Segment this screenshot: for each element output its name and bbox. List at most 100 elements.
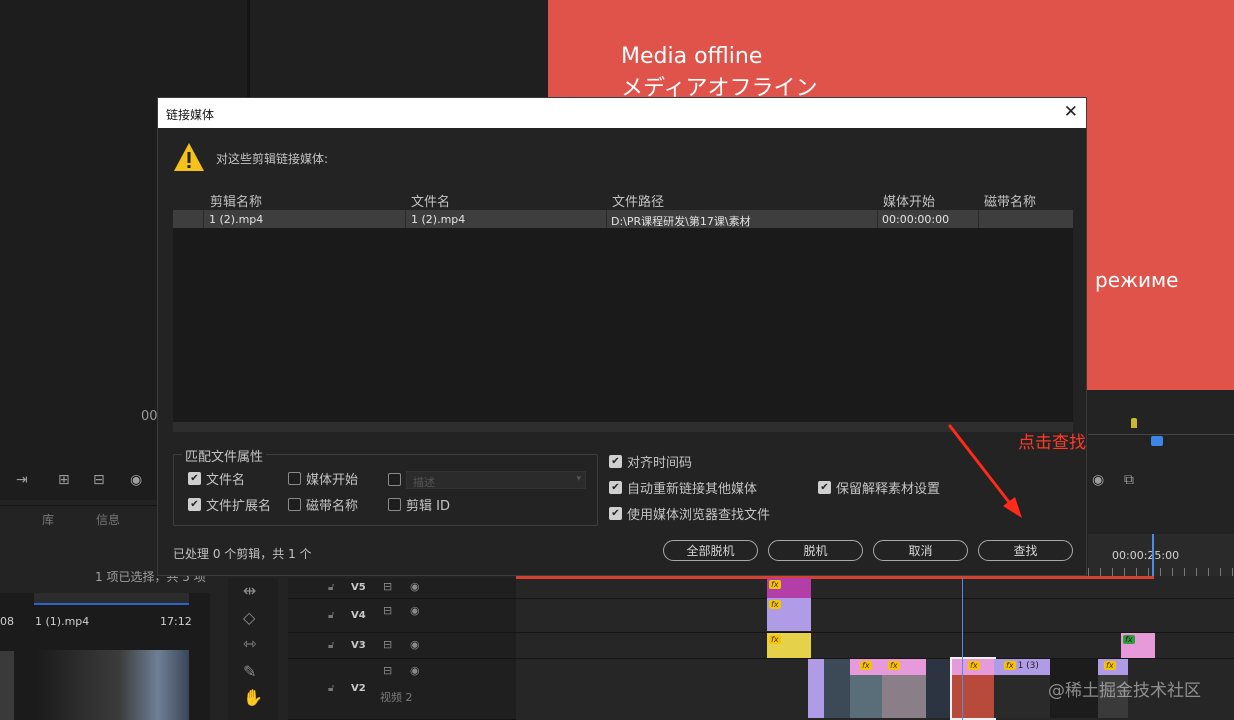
table-row[interactable]: 1 (2).mp4 1 (2).mp4 D:\PR课程研发\第17课\素材 00… [173,210,1073,228]
tab-library[interactable]: 库 [42,511,54,528]
timeline-timecode[interactable]: 00:00:25:00 [1112,549,1179,562]
media-offline-text: Media offline [621,44,763,69]
fx-badge: fx [888,661,900,670]
timeline-playhead[interactable] [962,578,963,720]
cell-separator [606,210,607,228]
checkbox-label: 文件名 [206,473,246,488]
timeline-clip[interactable]: fx 1 (3) [994,659,1050,718]
preserve-interpret-checkbox[interactable]: ✔ 保留解释素材设置 [818,478,940,497]
insert-icon[interactable]: ⇥ [16,472,28,488]
checkbox-label: 剪辑 ID [406,499,450,514]
in-point-marker[interactable] [1131,418,1137,428]
table-scrollbar[interactable] [173,422,1073,432]
camera-icon[interactable]: ◉ [130,472,142,488]
match-tape-name-checkbox[interactable]: 磁带名称 [288,495,358,514]
fx-badge: fx [769,600,781,609]
match-media-start-checkbox[interactable]: 媒体开始 [288,469,358,488]
dialog-titlebar[interactable]: 链接媒体 ✕ [158,98,1086,128]
timeline-clip[interactable]: fx [850,659,882,718]
timeline-clip[interactable]: fx [882,659,926,718]
sync-lock-icon[interactable]: ⊟ [383,580,392,593]
lock-icon[interactable]: 🔓︎ [328,683,334,694]
extract-icon[interactable]: ⊟ [93,472,105,488]
timeline-clip[interactable]: fx [767,633,811,658]
match-file-name-checkbox[interactable]: ✔ 文件名 [188,469,245,488]
timeline-clip[interactable] [808,659,824,718]
checkbox-box [388,498,401,511]
slip-icon[interactable]: ⇿ [243,634,256,653]
close-icon[interactable]: ✕ [1064,102,1078,122]
clip-thumbnail[interactable] [0,651,14,720]
locate-button[interactable]: 查找 [978,540,1073,561]
eye-icon[interactable]: ◉ [410,638,420,651]
ruler-playhead[interactable] [1152,534,1154,576]
track-name: V5 [351,582,366,593]
fx-badge: fx [1004,661,1016,670]
sync-lock-icon[interactable]: ⊟ [383,638,392,651]
pen-icon[interactable]: ✎ [243,662,256,681]
match-file-extension-checkbox[interactable]: ✔ 文件扩展名 [188,495,271,514]
use-media-browser-checkbox[interactable]: ✔ 使用媒体浏览器查找文件 [609,504,770,523]
lock-icon[interactable]: 🔓︎ [328,640,334,651]
group-label: 匹配文件属性 [182,446,267,465]
tab-info[interactable]: 信息 [96,511,120,528]
checkbox-label: 磁带名称 [306,499,359,514]
clip-thumbnail[interactable] [34,650,189,720]
check-icon: ✔ [609,507,622,520]
ruler-ticks [1088,568,1234,576]
compare-view-icon[interactable]: ⧉ [1124,472,1134,488]
check-icon: ✔ [818,481,831,494]
column-header[interactable]: 文件路径 [612,191,664,210]
source-timecode: 00 [141,409,158,424]
track-select-icon[interactable]: ⇹ [243,581,256,600]
timeline-clip[interactable]: fx [767,598,811,631]
hand-icon[interactable]: ✋ [243,688,263,707]
match-clip-id-checkbox[interactable]: 剪辑 ID [388,495,450,514]
checkbox-label: 自动重新链接其他媒体 [627,482,758,497]
timeline-clip[interactable] [824,659,850,718]
project-thumbnails: 08 1 (1).mp4 17:12 [0,593,210,720]
razor-icon[interactable]: ◇ [243,608,255,627]
column-header[interactable]: 文件名 [411,191,450,210]
timeline-clip[interactable]: fx [1121,633,1155,658]
checkbox-label: 保留解释素材设置 [836,482,941,497]
offline-button[interactable]: 脱机 [768,540,863,561]
check-icon: ✔ [609,455,622,468]
sync-lock-icon[interactable]: ⊟ [383,604,392,617]
sync-lock-icon[interactable]: ⊟ [383,664,392,677]
render-bar [516,576,1154,579]
export-frame-icon[interactable]: ◉ [1092,472,1104,488]
column-header[interactable]: 剪辑名称 [210,191,262,210]
program-scrub-bar[interactable] [1088,418,1234,448]
track-divider [516,598,1234,599]
lock-icon[interactable]: 🔓︎ [328,610,334,621]
track-header-v5[interactable]: 🔓︎ V5 ⊟ ◉ [288,578,516,599]
eye-icon[interactable]: ◉ [410,580,420,593]
cell-separator [405,210,406,228]
track-header-v3[interactable]: 🔓︎ V3 ⊟ ◉ [288,633,516,659]
dialog-title: 链接媒体 [166,108,215,122]
checkbox-box [388,473,401,486]
checkbox-label: 对齐时间码 [627,456,693,471]
column-header[interactable]: 磁带名称 [984,191,1036,210]
align-timecode-checkbox[interactable]: ✔ 对齐时间码 [609,452,692,471]
lift-icon[interactable]: ⊞ [58,472,70,488]
lock-icon[interactable]: 🔓︎ [328,582,334,593]
track-label: 视频 2 [380,691,413,704]
timeline-ruler[interactable]: 00:00:25:00 [1088,534,1234,576]
track-header-v4[interactable]: 🔓︎ V4 ⊟ ◉ [288,599,516,633]
relink-others-checkbox[interactable]: ✔ 自动重新链接其他媒体 [609,478,757,497]
scrub-track [1088,434,1234,435]
eye-icon[interactable]: ◉ [410,664,420,677]
fx-badge: fx [769,580,781,589]
timeline-clip[interactable]: fx [767,578,811,598]
timeline-clip[interactable]: fx [950,657,996,720]
column-header[interactable]: 媒体开始 [883,191,935,210]
match-description-checkbox[interactable] [388,473,401,486]
program-playhead[interactable] [1151,436,1163,446]
eye-icon[interactable]: ◉ [410,604,420,617]
timeline-clip[interactable] [926,659,952,718]
track-header-v2[interactable]: 🔓︎ V2 ⊟ ◉ 视频 2 [288,659,516,720]
cancel-button[interactable]: 取消 [873,540,968,561]
offline-all-button[interactable]: 全部脱机 [663,540,758,561]
